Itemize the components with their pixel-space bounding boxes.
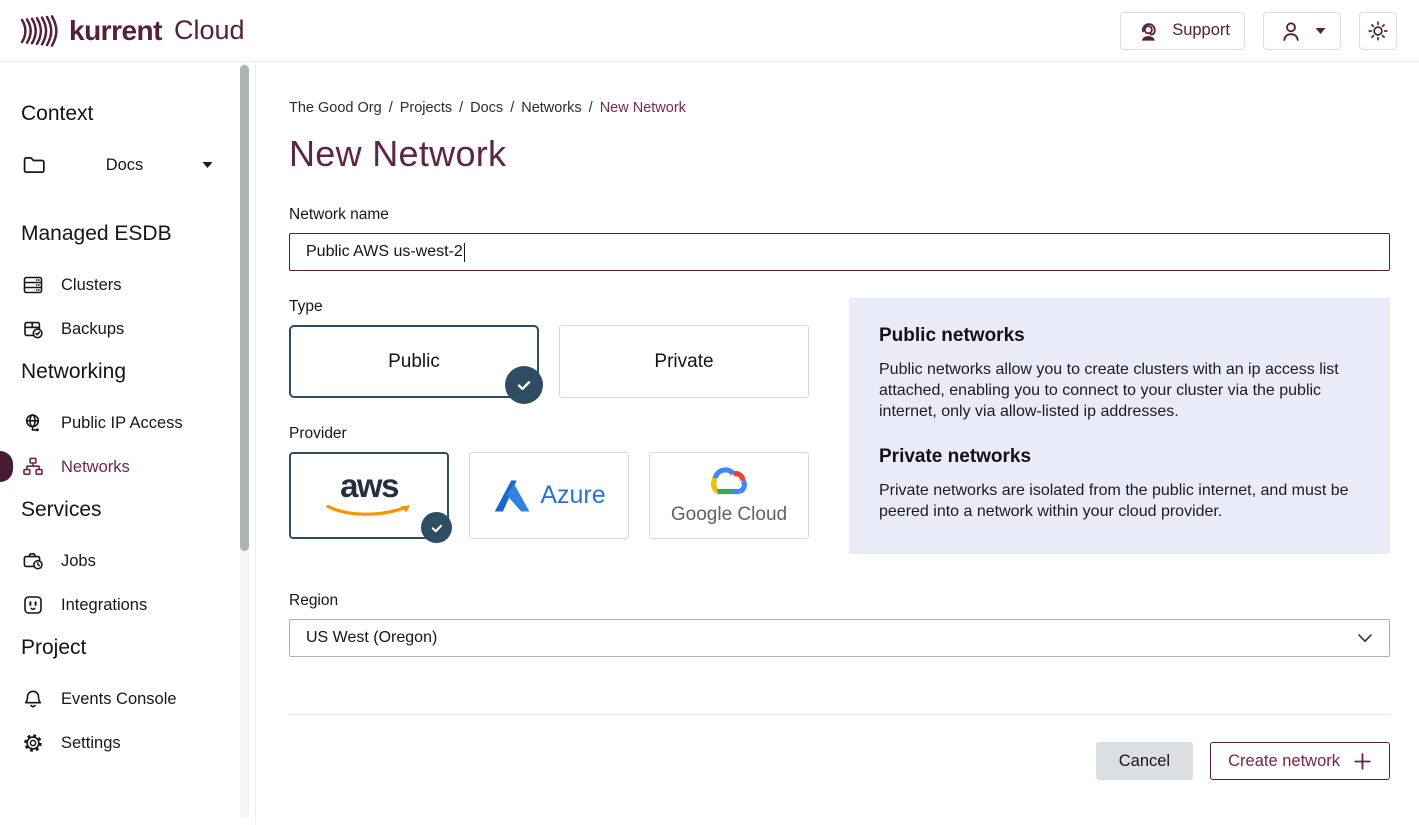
- breadcrumb-separator: /: [589, 100, 593, 116]
- breadcrumb-separator: /: [459, 100, 463, 116]
- main-content: The Good Org / Projects / Docs / Networks / New …: [256, 62, 1419, 825]
- azure-logo-icon: [492, 477, 534, 515]
- region-selected-value: US West (Oregon): [306, 629, 437, 647]
- globe-network-icon: [21, 411, 45, 435]
- user-menu-button[interactable]: [1263, 12, 1341, 50]
- sidebar-scrollbar-thumb[interactable]: [240, 65, 249, 551]
- breadcrumb: The Good Org / Projects / Docs / Networks / New …: [289, 100, 1390, 116]
- breadcrumb-current: New Network: [600, 100, 686, 116]
- form-footer-divider: [289, 714, 1390, 715]
- sidebar-item-public-ip-access[interactable]: Public IP Access: [21, 410, 255, 436]
- info-body-public: Public networks allow you to create clus…: [879, 359, 1360, 422]
- sidebar-item-label: Public IP Access: [61, 414, 183, 433]
- section-heading-networking: Networking: [21, 360, 255, 384]
- sidebar-item-label: Networks: [61, 458, 130, 477]
- text-cursor: [464, 243, 466, 262]
- info-heading-private: Private networks: [879, 446, 1360, 468]
- app-header: kurrent Cloud Support: [0, 0, 1419, 62]
- check-icon: [513, 374, 535, 396]
- sun-icon: [1366, 19, 1390, 43]
- type-option-label: Private: [654, 351, 713, 373]
- project-selector-label: Docs: [47, 156, 202, 175]
- provider-option-aws[interactable]: aws: [289, 452, 449, 539]
- sidebar-item-label: Backups: [61, 320, 124, 339]
- provider-option-google-cloud[interactable]: Google Cloud: [649, 452, 809, 539]
- selected-check-badge: [421, 512, 452, 543]
- page-title: New Network: [289, 133, 1390, 175]
- info-body-private: Private networks are isolated from the p…: [879, 480, 1360, 522]
- create-network-button[interactable]: Create network: [1210, 742, 1390, 780]
- backup-box-check-icon: [21, 317, 45, 341]
- section-heading-services: Services: [21, 498, 255, 522]
- create-network-label: Create network: [1228, 752, 1340, 771]
- sidebar-item-label: Jobs: [61, 552, 96, 571]
- breadcrumb-item[interactable]: The Good Org: [289, 100, 382, 116]
- aws-logo: aws: [340, 472, 398, 500]
- google-cloud-logo-icon: [705, 466, 753, 498]
- sidebar: Context Docs Managed ESDB Clusters Backu…: [0, 62, 256, 825]
- region-select[interactable]: US West (Oregon): [289, 619, 1390, 657]
- active-item-indicator: [0, 451, 13, 482]
- project-selector[interactable]: Docs: [21, 152, 213, 178]
- network-name-label: Network name: [289, 206, 1390, 224]
- sidebar-item-label: Clusters: [61, 276, 122, 295]
- breadcrumb-separator: /: [389, 100, 393, 116]
- sidebar-item-networks[interactable]: Networks: [21, 454, 255, 480]
- section-heading-project: Project: [21, 636, 255, 660]
- sidebar-item-clusters[interactable]: Clusters: [21, 272, 255, 298]
- chevron-down-icon: [1357, 633, 1373, 643]
- cancel-button[interactable]: Cancel: [1096, 742, 1193, 780]
- sidebar-item-label: Integrations: [61, 596, 147, 615]
- briefcase-clock-icon: [21, 549, 45, 573]
- google-cloud-label: Google Cloud: [671, 504, 787, 526]
- folder-icon: [21, 152, 47, 178]
- sidebar-item-integrations[interactable]: Integrations: [21, 592, 255, 618]
- section-heading-managed-esdb: Managed ESDB: [21, 222, 255, 246]
- breadcrumb-item[interactable]: Docs: [470, 100, 503, 116]
- server-stack-icon: [21, 273, 45, 297]
- check-icon: [428, 519, 446, 537]
- support-label: Support: [1172, 21, 1230, 40]
- support-button[interactable]: Support: [1120, 12, 1245, 50]
- type-label: Type: [289, 298, 809, 316]
- bell-icon: [21, 687, 45, 711]
- sidebar-item-label: Events Console: [61, 690, 177, 709]
- app-logo[interactable]: kurrent Cloud: [18, 13, 245, 49]
- breadcrumb-item[interactable]: Networks: [521, 100, 581, 116]
- gear-icon: [21, 731, 45, 755]
- brand-name: kurrent: [69, 15, 162, 47]
- context-heading: Context: [21, 102, 255, 126]
- chevron-down-icon: [1315, 27, 1326, 35]
- aws-smile-icon: [325, 504, 413, 519]
- sidebar-item-settings[interactable]: Settings: [21, 730, 255, 756]
- power-outlet-icon: [21, 593, 45, 617]
- selected-check-badge: [505, 366, 543, 404]
- sound-waves-icon: [18, 13, 60, 49]
- support-agent-icon: [1135, 18, 1161, 44]
- sidebar-item-events-console[interactable]: Events Console: [21, 686, 255, 712]
- type-option-private[interactable]: Private: [559, 325, 809, 398]
- azure-label: Azure: [540, 481, 605, 510]
- plus-icon: [1353, 752, 1372, 771]
- network-hierarchy-icon: [21, 455, 45, 479]
- theme-toggle-button[interactable]: [1359, 12, 1397, 50]
- type-option-label: Public: [388, 351, 440, 373]
- brand-suffix: Cloud: [174, 15, 245, 46]
- region-label: Region: [289, 592, 1390, 610]
- network-type-info-panel: Public networks Public networks allow yo…: [849, 298, 1390, 554]
- network-name-input[interactable]: Public AWS us-west-2: [289, 233, 1390, 271]
- sidebar-item-jobs[interactable]: Jobs: [21, 548, 255, 574]
- sidebar-scrollbar[interactable]: [240, 63, 249, 818]
- sidebar-item-backups[interactable]: Backups: [21, 316, 255, 342]
- breadcrumb-item[interactable]: Projects: [400, 100, 452, 116]
- sidebar-item-label: Settings: [61, 734, 121, 753]
- user-icon: [1278, 18, 1304, 44]
- provider-option-azure[interactable]: Azure: [469, 452, 629, 539]
- type-option-public[interactable]: Public: [289, 325, 539, 398]
- caret-down-icon: [202, 161, 213, 169]
- breadcrumb-separator: /: [510, 100, 514, 116]
- provider-label: Provider: [289, 425, 809, 443]
- network-name-value: Public AWS us-west-2: [306, 243, 463, 261]
- info-heading-public: Public networks: [879, 325, 1360, 347]
